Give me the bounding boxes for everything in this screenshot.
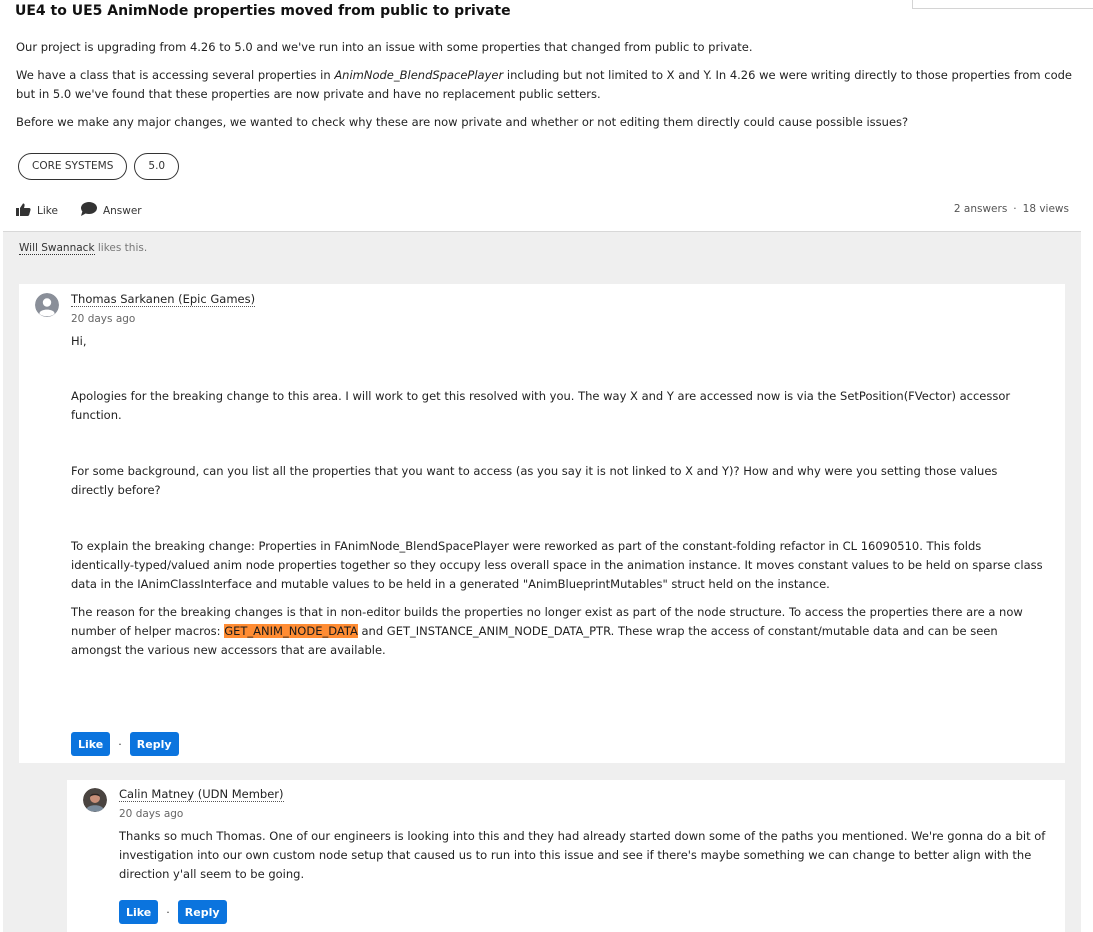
question-paragraph-1: Our project is upgrading from 4.26 to 5.… xyxy=(16,40,753,54)
answer-body: Hi, Apologies for the breaking change to… xyxy=(71,332,1043,660)
answer-author-link[interactable]: Thomas Sarkanen (Epic Games) xyxy=(71,292,256,307)
answer-date: 20 days ago xyxy=(71,313,136,325)
tag-core-systems[interactable]: CORE SYSTEMS xyxy=(18,153,128,180)
reply-reply-button[interactable]: Reply xyxy=(177,900,227,924)
answer-button[interactable]: Answer xyxy=(80,202,142,219)
reply-body: Thanks so much Thomas. One of our engine… xyxy=(119,827,1049,884)
stats-separator: · xyxy=(1013,203,1017,215)
answer-like-button[interactable]: Like xyxy=(71,732,111,756)
answer-paragraph-4: The reason for the breaking changes is t… xyxy=(71,603,1043,660)
answer-greeting: Hi, xyxy=(71,334,87,348)
views-count: 18 views xyxy=(1022,203,1069,215)
answer-label: Answer xyxy=(102,204,142,217)
answer-buttons: Like · Reply xyxy=(71,732,179,756)
likes-text: likes this. xyxy=(94,242,148,254)
question-paragraph-2: We have a class that is accessing severa… xyxy=(16,66,1076,104)
tag-version[interactable]: 5.0 xyxy=(134,153,180,180)
user-avatar-icon xyxy=(83,788,107,812)
answer-paragraph-2: For some background, can you list all th… xyxy=(71,464,998,497)
like-button[interactable]: Like xyxy=(16,202,58,219)
user-avatar-icon xyxy=(35,293,59,317)
reply-buttons: Like · Reply xyxy=(119,900,227,924)
button-separator: · xyxy=(118,737,122,751)
question-paragraph-3: Before we make any major changes, we wan… xyxy=(16,115,909,129)
question-title: UE4 to UE5 AnimNode properties moved fro… xyxy=(15,3,511,19)
answer-paragraph-1: Apologies for the breaking change to thi… xyxy=(71,389,1011,422)
reply-like-button[interactable]: Like xyxy=(119,900,159,924)
thumbs-up-icon xyxy=(16,203,31,219)
answer-reply-button[interactable]: Reply xyxy=(129,732,179,756)
question-actions: Like Answer xyxy=(16,202,142,219)
likes-line: Will Swannack likes this. xyxy=(19,242,148,255)
button-separator: · xyxy=(166,905,170,919)
answer-card: Thomas Sarkanen (Epic Games) 20 days ago… xyxy=(19,284,1065,763)
question-paragraph-2-start: We have a class that is accessing severa… xyxy=(16,68,335,82)
reply-text: Thanks so much Thomas. One of our engine… xyxy=(119,829,1046,881)
answers-count: 2 answers xyxy=(953,203,1008,215)
reply-card: Calin Matney (UDN Member) 20 days ago Th… xyxy=(67,780,1065,932)
search-box-edge xyxy=(912,0,1093,9)
answer-paragraph-3: To explain the breaking change: Properti… xyxy=(71,539,1043,591)
activity-area: Will Swannack likes this. Thomas Sarkane… xyxy=(3,231,1081,932)
class-name-emphasis: AnimNode_BlendSpacePlayer xyxy=(334,68,504,82)
reply-date: 20 days ago xyxy=(119,808,184,820)
like-label: Like xyxy=(37,204,58,217)
liker-name-link[interactable]: Will Swannack xyxy=(19,242,95,255)
tag-list: CORE SYSTEMS 5.0 xyxy=(18,153,180,180)
speech-bubble-icon xyxy=(80,202,97,219)
reply-author-link[interactable]: Calin Matney (UDN Member) xyxy=(119,787,284,802)
question-stats: 2 answers · 18 views xyxy=(954,203,1069,215)
highlighted-macro: GET_ANIM_NODE_DATA xyxy=(224,624,358,638)
